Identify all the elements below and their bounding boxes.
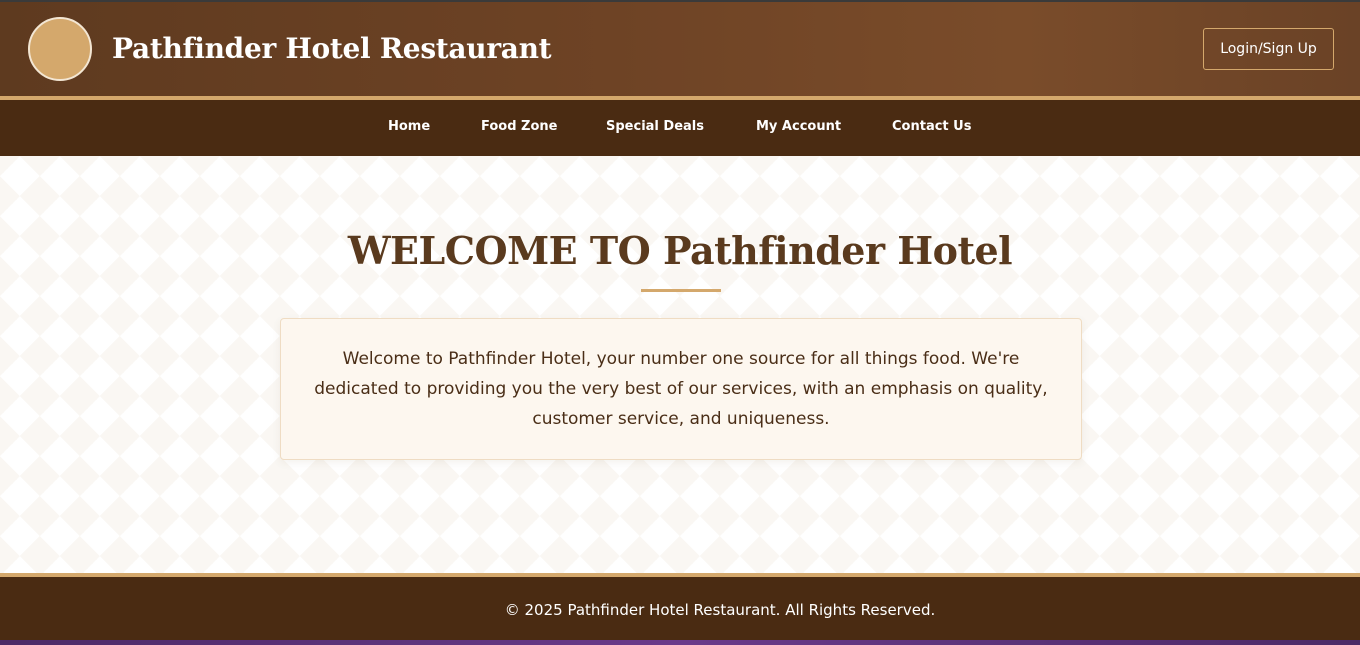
login-signup-button[interactable]: Login/Sign Up [1203,28,1334,70]
page: Pathfinder Hotel Restaurant Login/Sign U… [0,0,1360,642]
heading-underline [641,289,721,292]
brand-title[interactable]: Pathfinder Hotel Restaurant [112,32,552,65]
copyright-text: © 2025 Pathfinder Hotel Restaurant. All … [504,600,936,619]
intro-text: Welcome to Pathfinder Hotel, your number… [314,349,1048,429]
nav-item-food-zone[interactable]: Food Zone [481,119,557,134]
nav-item-my-account[interactable]: My Account [756,119,841,134]
nav-item-home[interactable]: Home [388,119,430,134]
main-content: WELCOME TO Pathfinder Hotel Welcome to P… [0,156,1360,573]
nav-item-special-deals[interactable]: Special Deals [606,119,704,134]
logo-icon[interactable] [28,17,92,81]
site-header: Pathfinder Hotel Restaurant Login/Sign U… [0,2,1360,96]
welcome-heading: WELCOME TO Pathfinder Hotel [347,228,1013,273]
site-footer: © 2025 Pathfinder Hotel Restaurant. All … [0,577,1360,642]
main-nav: Home Food Zone Special Deals My Account … [0,100,1360,156]
nav-item-contact-us[interactable]: Contact Us [892,119,971,134]
window-bottom-edge [0,640,1360,645]
intro-card: Welcome to Pathfinder Hotel, your number… [280,318,1082,460]
